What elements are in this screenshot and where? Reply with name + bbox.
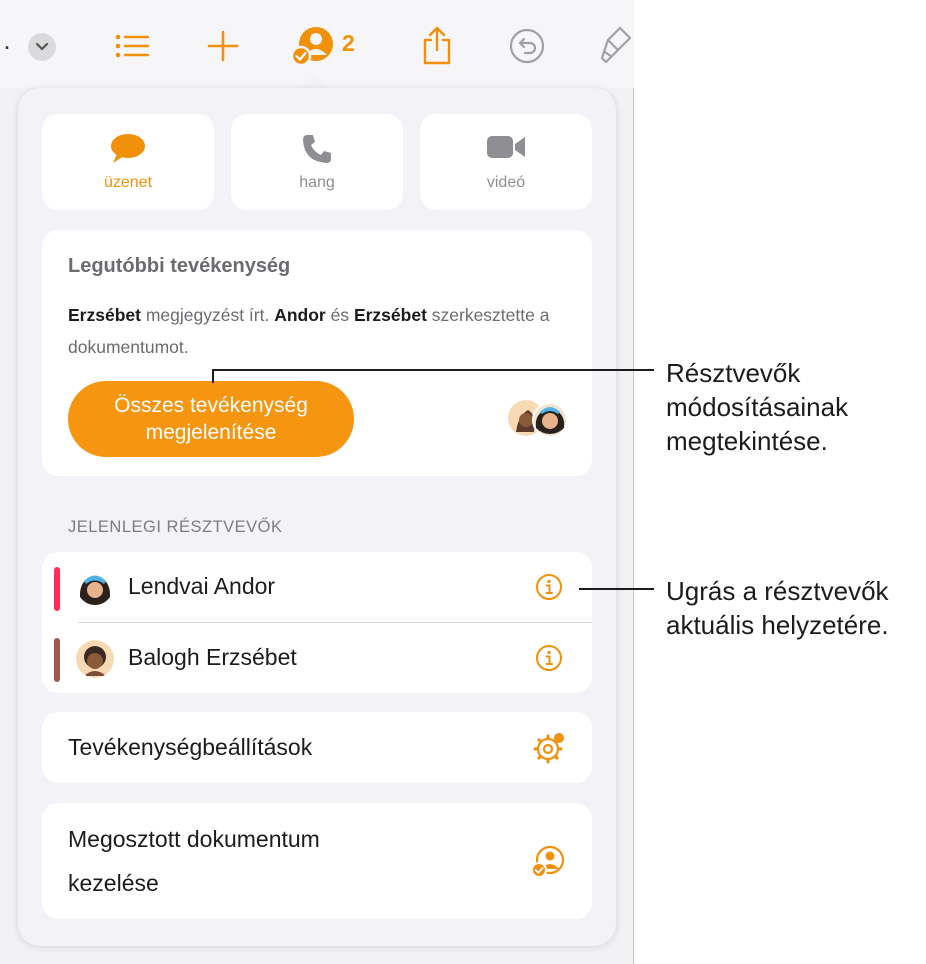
- share-button[interactable]: [420, 20, 454, 72]
- recent-activity-text: Erzsébet megjegyzést írt. Andor és Erzsé…: [68, 305, 550, 357]
- callout-view-changes: Résztvevők módosításainak megtekintése.: [666, 358, 849, 456]
- participant-row[interactable]: Lendvai Andor: [42, 552, 592, 623]
- activity-settings-label: Tevékenységbeállítások: [68, 734, 313, 760]
- message-label: üzenet: [103, 174, 153, 191]
- callout-line-participants: [579, 588, 654, 590]
- show-all-activity-button[interactable]: Összes tevékenység megjelenítése: [68, 381, 354, 457]
- activity-name-2: Andor: [274, 305, 326, 325]
- message-button[interactable]: üzenet: [42, 114, 214, 210]
- callout-line-activity-vertical: [212, 369, 214, 383]
- participant-color-bar: [54, 567, 60, 611]
- recent-activity-title: Legutóbbi tevékenység: [68, 255, 291, 277]
- format-button[interactable]: [598, 20, 634, 72]
- info-icon[interactable]: [535, 644, 563, 672]
- activity-name-1: Erzsébet: [68, 305, 141, 325]
- audio-label: hang: [299, 174, 335, 191]
- manage-shared-line-2: kezelése: [68, 870, 159, 896]
- share-icon: [423, 26, 451, 65]
- paintbrush-icon: [600, 26, 632, 64]
- collaborator-count: 2: [342, 30, 355, 56]
- collaboration-icon: [291, 27, 333, 67]
- participant-name: Balogh Erzsébet: [128, 644, 297, 670]
- participant-avatars: [508, 400, 568, 438]
- add-button[interactable]: [204, 20, 242, 72]
- avatar: [76, 569, 114, 607]
- activity-settings-row[interactable]: Tevékenységbeállítások: [42, 712, 592, 783]
- participant-name: Lendvai Andor: [128, 573, 276, 599]
- avatar: [76, 640, 114, 678]
- video-call-button[interactable]: videó: [420, 114, 592, 210]
- undo-button[interactable]: [507, 20, 547, 72]
- audio-call-button[interactable]: hang: [231, 114, 403, 210]
- plus-icon: [207, 30, 239, 62]
- phone-icon: [303, 135, 331, 163]
- chevron-down-icon: [35, 42, 49, 51]
- chevron-down-button[interactable]: [28, 33, 56, 61]
- manage-shared-document-row[interactable]: Megosztott dokumentum kezelése: [42, 803, 592, 919]
- shared-person-icon: [531, 845, 565, 878]
- participant-row[interactable]: Balogh Erzsébet: [42, 623, 592, 693]
- manage-shared-line-1: Megosztott dokumentum: [68, 826, 320, 852]
- activity-name-3: Erzsébet: [353, 305, 427, 325]
- collaborate-button[interactable]: [290, 20, 338, 72]
- participant-color-bar: [54, 638, 60, 682]
- info-icon[interactable]: [535, 573, 563, 601]
- callout-jump-to-location: Ugrás a résztvevők aktuális helyzetére.: [666, 576, 889, 640]
- participants-list: Lendvai Andor Balogh Erzsébet: [42, 552, 592, 693]
- video-label: videó: [486, 174, 526, 191]
- undo-icon: [509, 28, 545, 64]
- gear-badge-icon: [533, 733, 564, 764]
- current-participants-header: JELENLEGI RÉSZTVEVŐK: [68, 518, 283, 536]
- callout-line-activity: [212, 369, 654, 371]
- list-button[interactable]: [112, 20, 152, 72]
- recent-activity-card: Legutóbbi tevékenység Erzsébet megjegyzé…: [42, 230, 592, 476]
- list-icon: [115, 34, 150, 58]
- more-ellipsis[interactable]: .: [0, 14, 14, 66]
- video-camera-icon: [487, 136, 525, 158]
- message-bubble-icon: [111, 134, 145, 163]
